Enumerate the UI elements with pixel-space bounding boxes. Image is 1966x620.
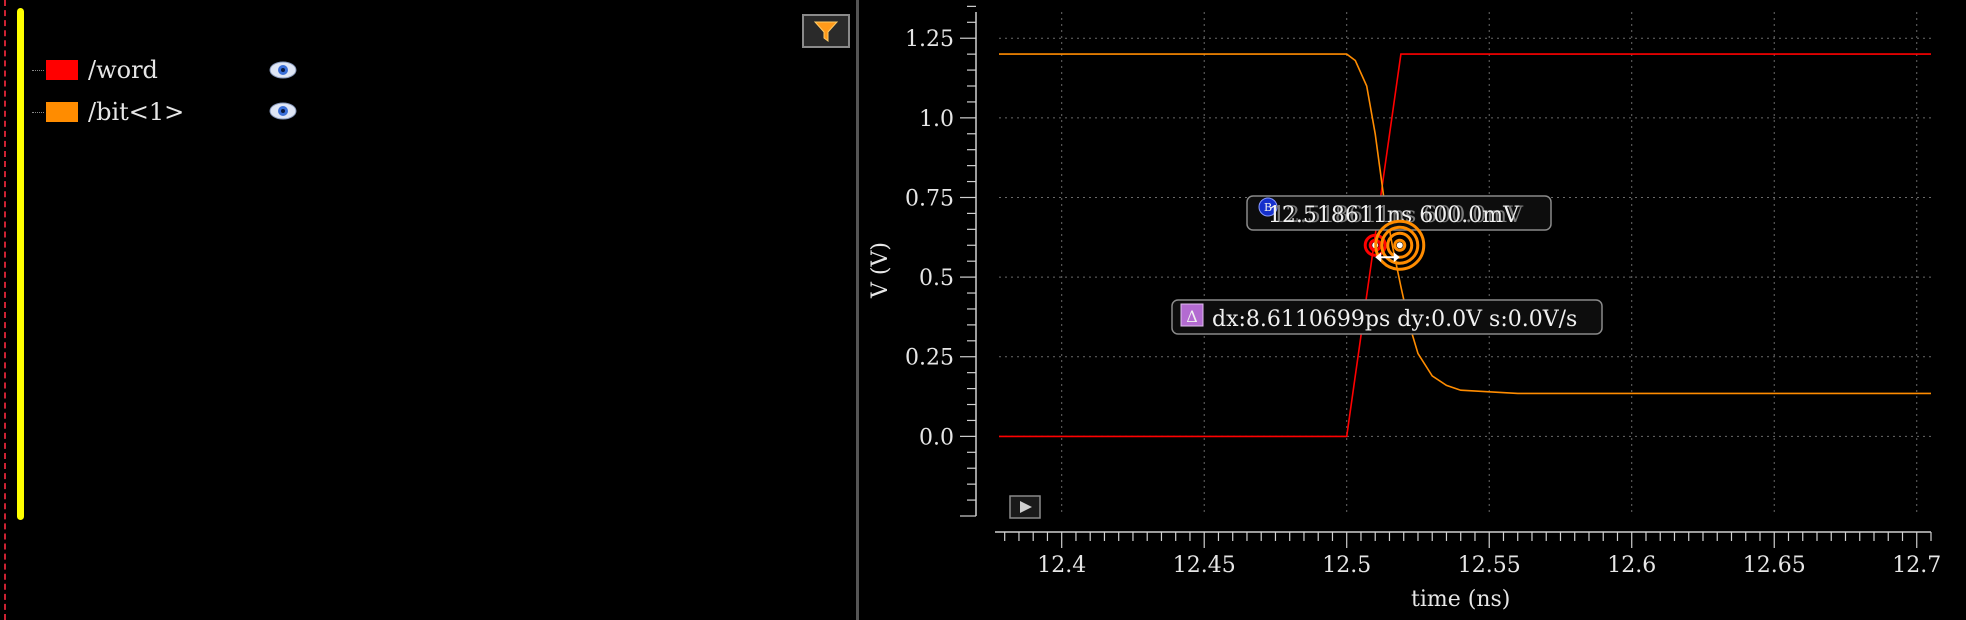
waveform-chart: Δ dx:8.6110699ps dy:0.0V s:0.0V/s B 12.5…	[868, 5, 1941, 612]
legend-item-bit1[interactable]: /bit<1>	[32, 98, 184, 126]
grid	[999, 12, 1931, 516]
delta-badge: Δ	[1186, 307, 1198, 326]
tree-connector	[32, 111, 44, 113]
y-tick-label: 0.0	[919, 425, 954, 450]
b-marker-label[interactable]: B 12.518611ns 600.0mV 12.518611ns 600.0m…	[1246, 195, 1552, 231]
cursor-point-dot	[1396, 242, 1403, 249]
play-button[interactable]	[1009, 495, 1041, 519]
b-label: 12.518611ns 600.0mV	[1268, 203, 1520, 228]
y-tick-label: 1.0	[919, 107, 954, 132]
filter-button[interactable]	[802, 14, 850, 48]
y-axis-title: V (V)	[868, 242, 893, 299]
x-tick-label: 12.55	[1458, 553, 1521, 578]
y-tick-label: 0.5	[919, 266, 954, 291]
legend-pane: /word /bit<1>	[0, 0, 856, 620]
series-line	[999, 53, 1931, 438]
color-swatch[interactable]	[46, 102, 78, 122]
cursor-dashed-line	[4, 0, 6, 620]
marker-layer: Δ dx:8.6110699ps dy:0.0V s:0.0V/s B 12.5…	[1171, 195, 1603, 335]
eye-icon[interactable]	[268, 100, 298, 122]
color-swatch[interactable]	[46, 60, 78, 80]
legend-item-word[interactable]: /word	[32, 56, 158, 84]
delta-label: dx:8.6110699ps dy:0.0V s:0.0V/s	[1212, 307, 1577, 332]
y-tick-label: 1.25	[905, 27, 954, 52]
x-tick-label: 12.4	[1037, 553, 1086, 578]
eye-icon[interactable]	[268, 59, 298, 81]
x-tick-label: 12.65	[1743, 553, 1806, 578]
y-tick-label: 0.75	[905, 186, 954, 211]
series-layer	[999, 53, 1931, 438]
y-tick-label: 0.25	[905, 346, 954, 371]
x-tick-label: 12.6	[1607, 553, 1656, 578]
delta-marker-label[interactable]: Δ dx:8.6110699ps dy:0.0V s:0.0V/s	[1171, 299, 1603, 335]
x-axis-title: time (ns)	[1411, 587, 1510, 612]
legend-label: /word	[88, 56, 158, 84]
filter-icon	[813, 21, 839, 42]
selection-highlight-bar[interactable]	[17, 8, 24, 520]
legend-label: /bit<1>	[88, 98, 185, 126]
tree-connector	[32, 69, 44, 71]
delta-arrow-right	[1393, 252, 1400, 263]
x-tick-label: 12.45	[1173, 553, 1236, 578]
x-tick-label: 12.5	[1322, 553, 1371, 578]
x-tick-label: 12.7	[1892, 553, 1941, 578]
